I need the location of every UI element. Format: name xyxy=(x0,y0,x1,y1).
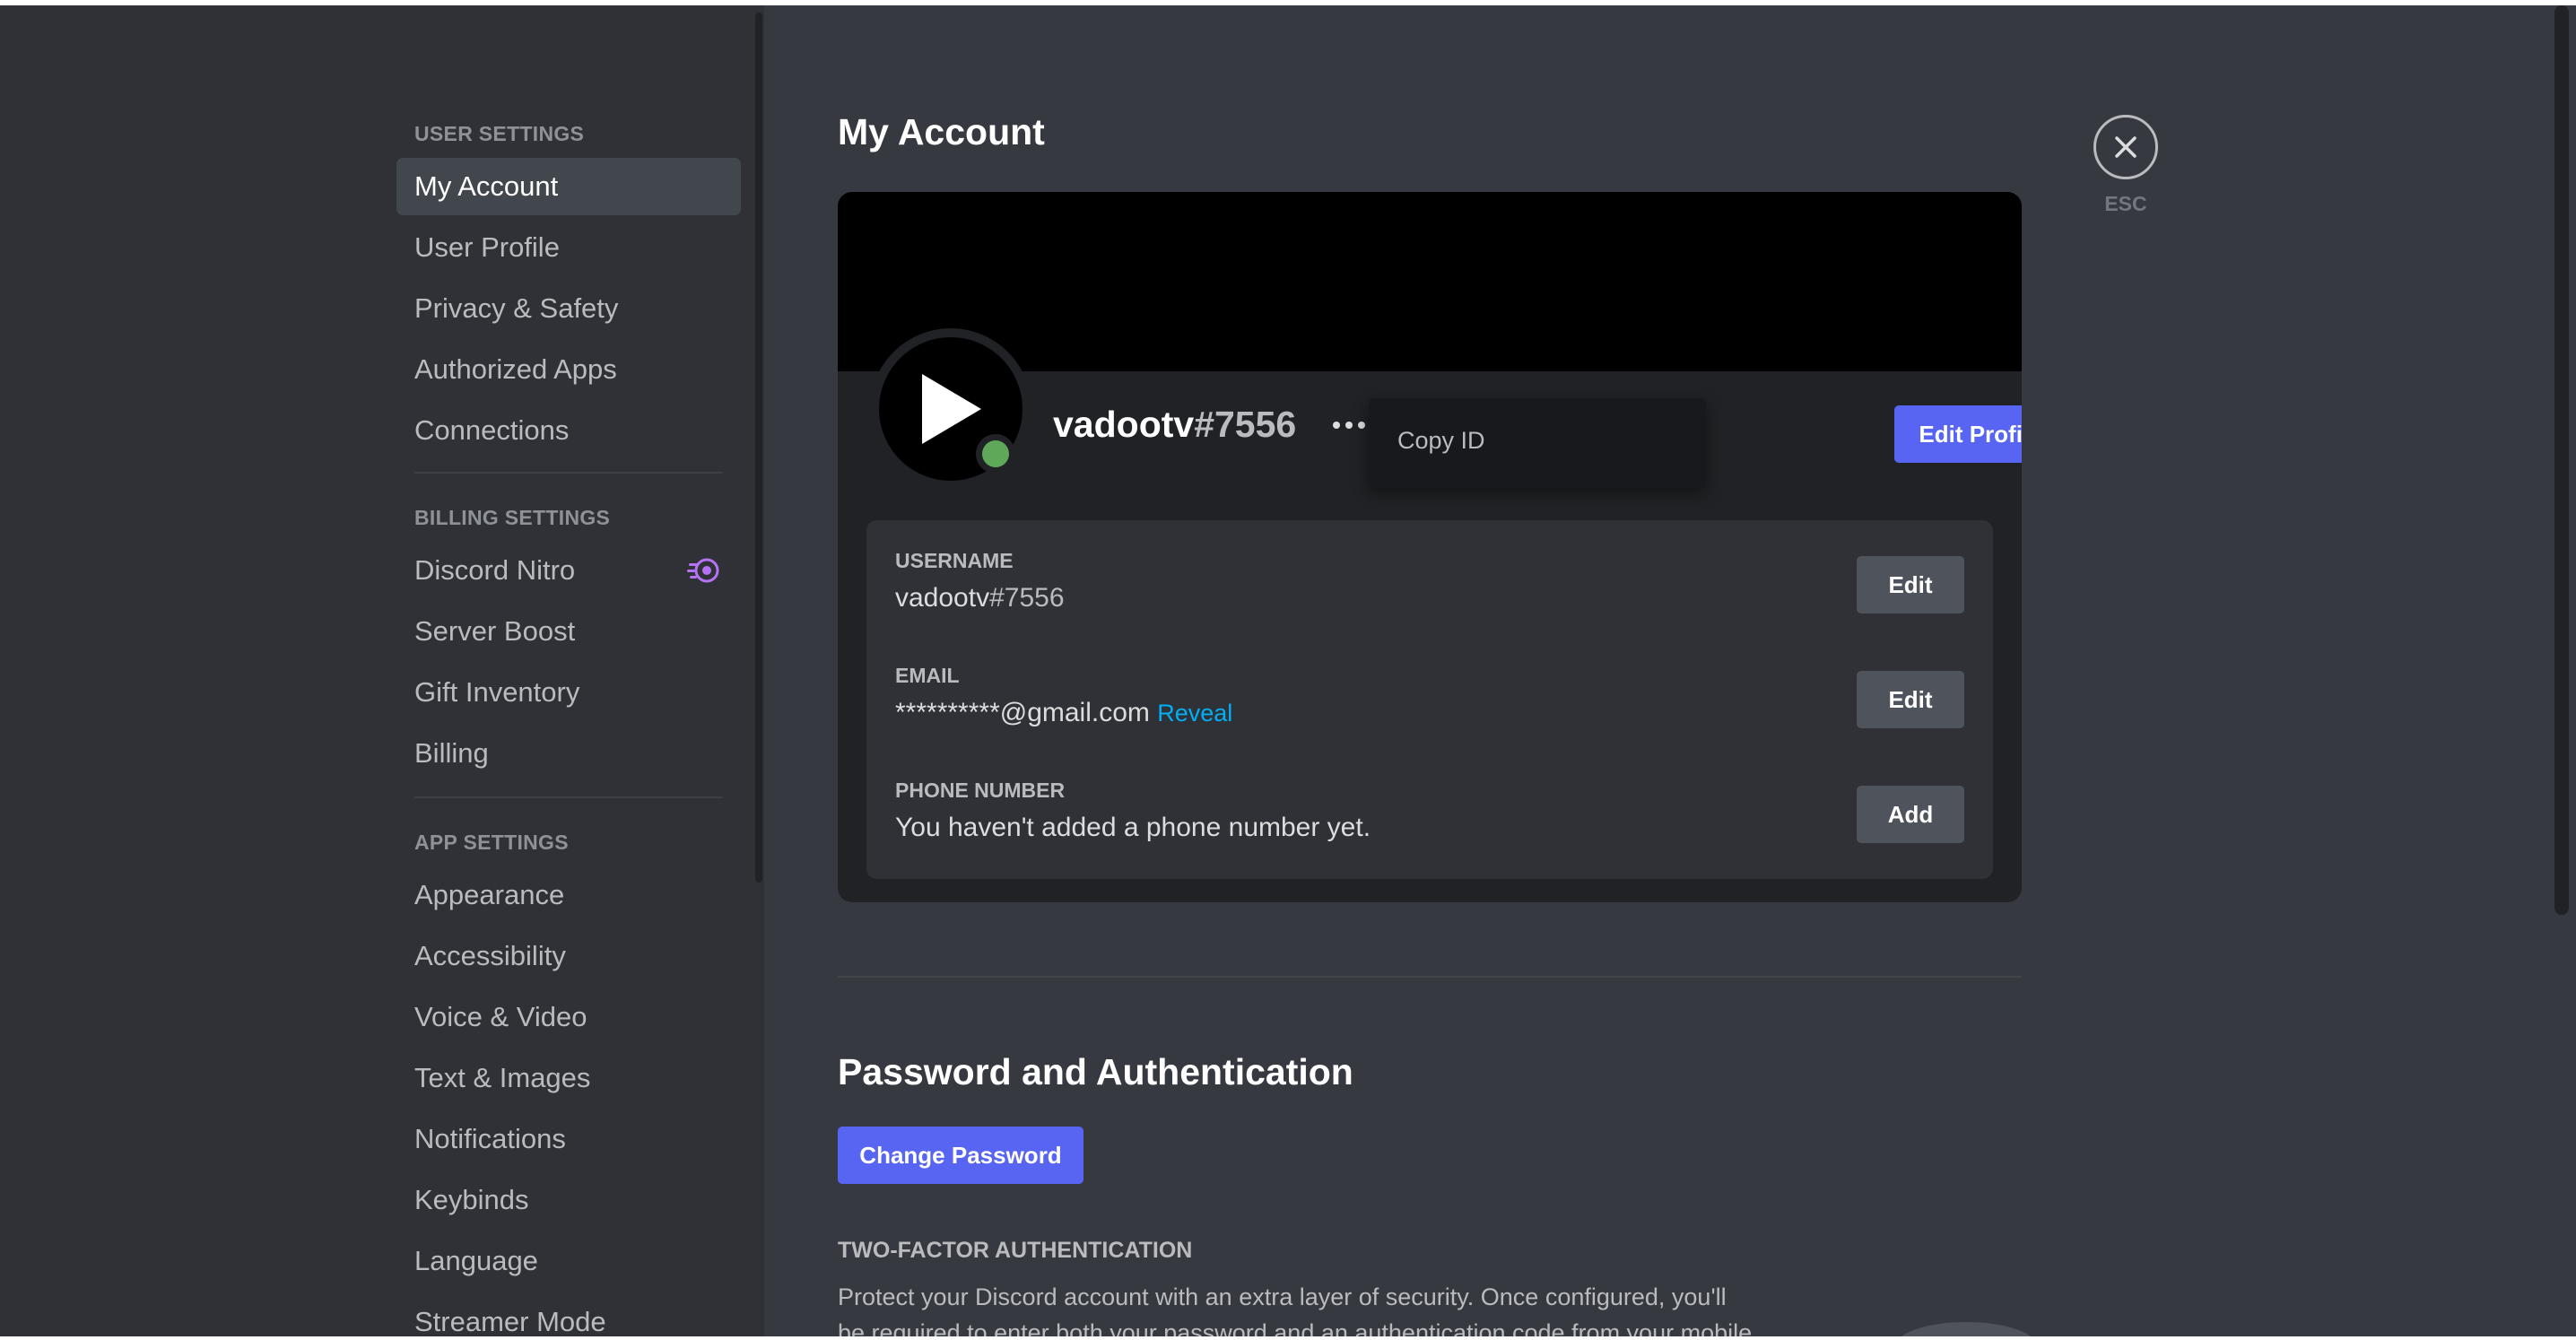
username-value-tag: #7556 xyxy=(989,583,1065,613)
email-label: EMAIL xyxy=(895,664,960,687)
account-card: vadootv#7556 Copy ID Edit Profile USERNA… xyxy=(838,192,2022,902)
two-factor-label: TWO-FACTOR AUTHENTICATION xyxy=(838,1238,1193,1263)
sidebar-item-text-images[interactable]: Text & Images xyxy=(396,1049,741,1107)
sidebar-item-gift-inventory[interactable]: Gift Inventory xyxy=(396,664,741,721)
sidebar-divider xyxy=(414,796,723,798)
add-phone-button[interactable]: Add xyxy=(1857,786,1964,843)
sidebar-item-server-boost[interactable]: Server Boost xyxy=(396,603,741,660)
settings-sidebar: USER SETTINGS My Account User Profile Pr… xyxy=(0,5,764,1336)
sidebar-divider xyxy=(414,472,723,474)
copy-id-menu-item[interactable]: Copy ID xyxy=(1383,416,1692,465)
edit-email-button[interactable]: Edit xyxy=(1857,671,1964,728)
sidebar-item-authorized-apps[interactable]: Authorized Apps xyxy=(396,341,741,398)
two-factor-description: Protect your Discord account with an ext… xyxy=(838,1283,1753,1336)
account-info-box: USERNAME vadootv#7556 Edit EMAIL *******… xyxy=(866,520,1993,879)
online-status-indicator xyxy=(976,434,1015,474)
two-factor-illustration xyxy=(1901,1322,2032,1336)
email-masked: **********@gmail.com xyxy=(895,698,1150,727)
esc-label: ESC xyxy=(2104,192,2147,215)
sidebar-item-voice-video[interactable]: Voice & Video xyxy=(396,988,741,1046)
avatar[interactable] xyxy=(870,328,1031,490)
settings-window: USER SETTINGS My Account User Profile Pr… xyxy=(0,5,2576,1336)
reveal-email-link[interactable]: Reveal xyxy=(1157,700,1232,727)
edit-profile-button[interactable]: Edit Profile xyxy=(1894,405,2022,463)
sidebar-item-label: Discord Nitro xyxy=(414,554,576,586)
sidebar-scrollbar[interactable] xyxy=(755,13,762,883)
username-value: vadootv#7556 xyxy=(895,583,1065,613)
nitro-icon xyxy=(687,558,719,583)
password-section-heading: Password and Authentication xyxy=(838,1051,1353,1092)
change-password-button[interactable]: Change Password xyxy=(838,1127,1083,1184)
play-icon xyxy=(922,374,981,444)
app-settings-header: APP SETTINGS xyxy=(414,831,569,854)
context-menu: Copy ID xyxy=(1369,398,1706,488)
billing-settings-header: BILLING SETTINGS xyxy=(414,506,611,529)
edit-username-button[interactable]: Edit xyxy=(1857,556,1964,613)
username-label: USERNAME xyxy=(895,549,1014,572)
profile-display-name: vadootv#7556 xyxy=(1053,404,1296,446)
content-scrollbar[interactable] xyxy=(2554,5,2569,915)
section-divider xyxy=(838,976,2022,978)
sidebar-item-user-profile[interactable]: User Profile xyxy=(396,219,741,276)
sidebar-item-accessibility[interactable]: Accessibility xyxy=(396,927,741,985)
phone-label: PHONE NUMBER xyxy=(895,779,1066,802)
sidebar-item-appearance[interactable]: Appearance xyxy=(396,866,741,924)
close-button[interactable] xyxy=(2093,115,2158,179)
sidebar-item-notifications[interactable]: Notifications xyxy=(396,1110,741,1168)
sidebar-item-language[interactable]: Language xyxy=(396,1232,741,1290)
sidebar-item-my-account[interactable]: My Account xyxy=(396,158,741,215)
close-icon xyxy=(2115,136,2137,158)
page-title: My Account xyxy=(838,111,1045,152)
email-value: **********@gmail.com Reveal xyxy=(895,698,1232,728)
phone-value: You haven't added a phone number yet. xyxy=(895,813,1371,842)
sidebar-item-keybinds[interactable]: Keybinds xyxy=(396,1171,741,1229)
username-value-name: vadootv xyxy=(895,583,990,613)
profile-banner xyxy=(838,192,2022,371)
settings-content: My Account ESC vadootv#7556 Copy ID Edit… xyxy=(764,5,2576,1336)
sidebar-item-connections[interactable]: Connections xyxy=(396,402,741,459)
user-settings-header: USER SETTINGS xyxy=(414,122,585,145)
sidebar-item-privacy-safety[interactable]: Privacy & Safety xyxy=(396,280,741,337)
profile-discriminator: #7556 xyxy=(1194,404,1297,445)
ellipsis-icon[interactable] xyxy=(1331,413,1367,438)
profile-username: vadootv xyxy=(1053,404,1195,445)
sidebar-item-streamer-mode[interactable]: Streamer Mode xyxy=(396,1293,741,1336)
sidebar-item-billing[interactable]: Billing xyxy=(396,725,741,782)
sidebar-item-discord-nitro[interactable]: Discord Nitro xyxy=(396,542,741,599)
